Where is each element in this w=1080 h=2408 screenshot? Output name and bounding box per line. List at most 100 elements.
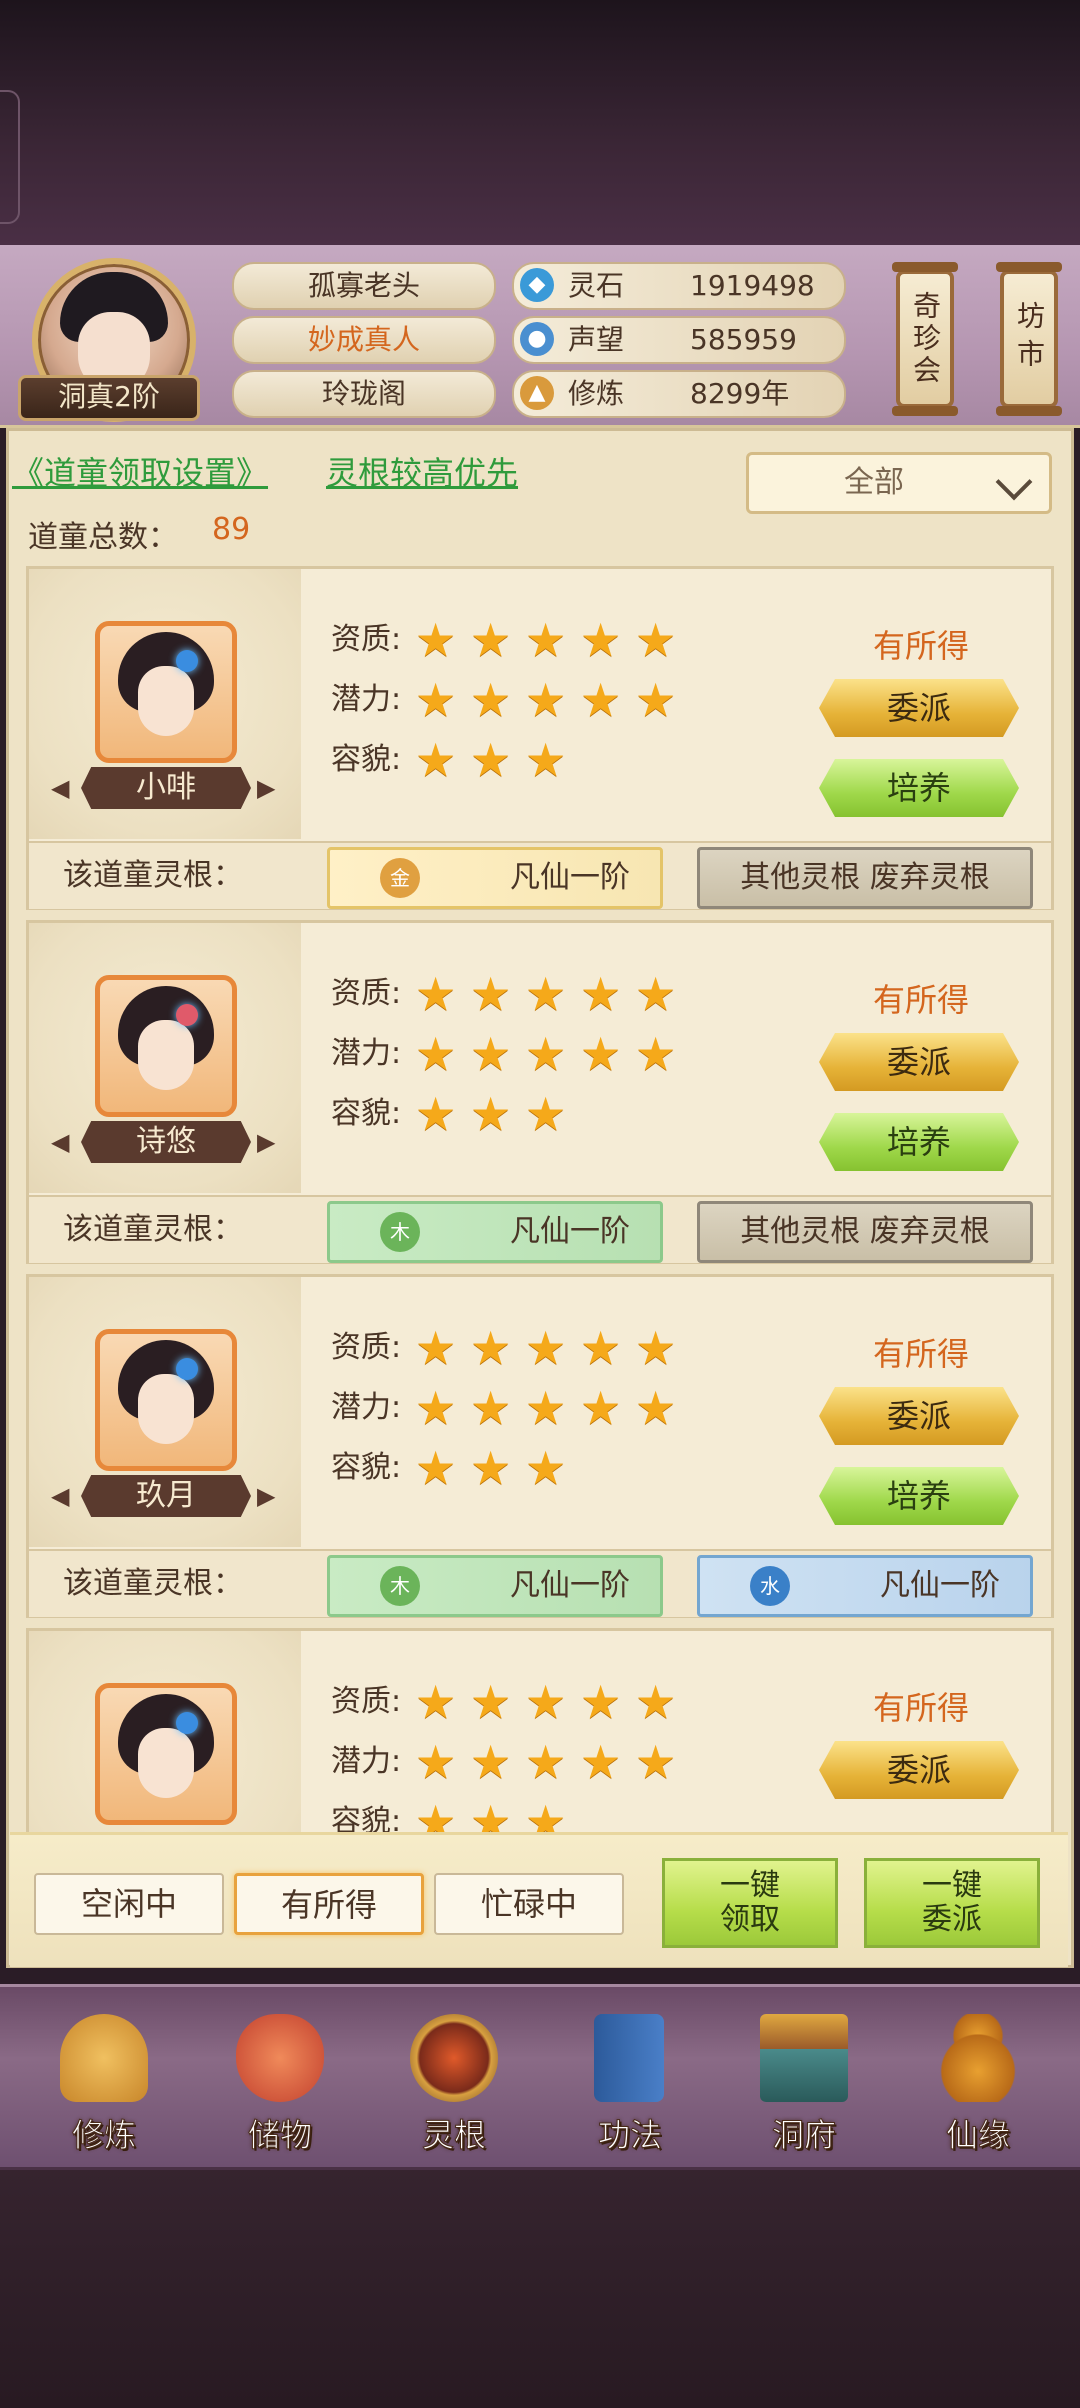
spirit-root-row: 该道童灵根： 木 凡仙一阶 其他灵根 废弃灵根: [29, 1195, 1051, 1263]
total-value: 89: [212, 512, 251, 547]
assign-button[interactable]: 委派: [819, 1033, 1019, 1091]
aptitude-stars: ★ ★ ★ ★ ★: [415, 1679, 683, 1725]
collect-all-button[interactable]: 一键 领取: [662, 1858, 838, 1948]
star-icon: ★: [470, 1087, 512, 1141]
appearance-label: 容貌:: [331, 1804, 402, 1832]
star-icon: ★: [470, 1675, 512, 1729]
star-icon: ★: [525, 1381, 567, 1435]
train-button[interactable]: 培养: [819, 1113, 1019, 1171]
tab-busy[interactable]: 忙碌中: [434, 1873, 624, 1935]
child-list[interactable]: ◀ 小啡 ▶ 资质: ★ ★ ★ ★ ★ 潜力: ★ ★ ★ ★ ★ 容貌: ★ ★ ★ 有所得 委…: [26, 566, 1054, 1832]
filter-dropdown[interactable]: 全部: [746, 452, 1052, 514]
child-portrait[interactable]: [95, 1683, 237, 1825]
tab-rewarded[interactable]: 有所得: [234, 1873, 424, 1935]
star-icon: ★: [470, 673, 512, 727]
prev-arrow-icon[interactable]: ◀: [51, 1481, 69, 1511]
market-button[interactable]: 坊市: [996, 262, 1062, 416]
prev-arrow-icon[interactable]: ◀: [51, 1127, 69, 1157]
star-icon: ★: [525, 967, 567, 1021]
root-label: 该道童灵根：: [63, 858, 243, 893]
nav-skills[interactable]: 功法: [570, 2010, 690, 2160]
star-icon: ★: [470, 1027, 512, 1081]
next-arrow-icon[interactable]: ▶: [257, 1481, 275, 1511]
nav-storage[interactable]: 储物: [220, 2010, 340, 2160]
appearance-label: 容貌:: [331, 1450, 402, 1485]
appearance-stars: ★ ★ ★: [415, 1445, 573, 1491]
bag-icon: [236, 2014, 324, 2102]
root-label: 该道童灵根：: [63, 1212, 243, 1247]
star-icon: ★: [525, 1441, 567, 1495]
next-arrow-icon[interactable]: ▶: [257, 773, 275, 803]
side-handle[interactable]: [0, 90, 20, 224]
star-icon: ★: [415, 1675, 457, 1729]
spirit-root-slot[interactable]: 木 凡仙一阶: [327, 1201, 663, 1263]
child-portrait[interactable]: [95, 1329, 237, 1471]
nav-mansion[interactable]: 洞府: [744, 2010, 864, 2160]
prev-arrow-icon[interactable]: ◀: [51, 773, 69, 803]
assign-button[interactable]: 委派: [819, 1387, 1019, 1445]
tab-idle[interactable]: 空闲中: [34, 1873, 224, 1935]
stat-value: 8299年: [690, 377, 790, 410]
child-name: 玖月: [81, 1475, 251, 1517]
child-name: 小啡: [81, 767, 251, 809]
stat-value: 585959: [690, 323, 797, 356]
aptitude-stars: ★ ★ ★ ★ ★: [415, 617, 683, 663]
spirit-root-slot[interactable]: 木 凡仙一阶: [327, 1555, 663, 1617]
flower-ornament: [176, 1712, 198, 1734]
nav-cultivate[interactable]: 修炼: [44, 2010, 164, 2160]
nav-label: 灵根: [421, 2116, 486, 2155]
priority-link[interactable]: 灵根较高优先: [326, 448, 518, 494]
spirit-root-slot[interactable]: 金 凡仙一阶: [327, 847, 663, 909]
aptitude-label: 资质:: [331, 1684, 402, 1719]
star-icon: ★: [525, 1735, 567, 1789]
portrait-face: [138, 1374, 194, 1444]
water-element-icon: 水: [750, 1566, 790, 1606]
wood-element-icon: 木: [380, 1212, 420, 1252]
star-icon: ★: [580, 1381, 622, 1435]
status-text: 有所得: [872, 1335, 969, 1373]
treasure-fair-button[interactable]: 奇珍会: [892, 262, 958, 416]
status-text: 有所得: [872, 1689, 969, 1727]
star-icon: ★: [415, 1321, 457, 1375]
next-arrow-icon[interactable]: ▶: [257, 1127, 275, 1157]
flower-ornament: [176, 1004, 198, 1026]
aptitude-label: 资质:: [331, 622, 402, 657]
flower-ornament: [176, 1358, 198, 1380]
bottom-backdrop: [0, 2165, 1080, 2408]
assign-button[interactable]: 委派: [819, 1741, 1019, 1799]
assign-all-button[interactable]: 一键 委派: [864, 1858, 1040, 1948]
star-icon: ★: [580, 673, 622, 727]
collect-settings-link[interactable]: 《道童领取设置》: [12, 448, 268, 494]
discard-root-slot[interactable]: 其他灵根 废弃灵根: [697, 1201, 1033, 1263]
market-label: 坊市: [1013, 301, 1046, 377]
potential-label: 潜力:: [331, 1744, 402, 1779]
star-icon: ★: [415, 967, 457, 1021]
nav-fate[interactable]: 仙缘: [918, 2010, 1038, 2160]
discard-root-slot[interactable]: 其他灵根 废弃灵根: [697, 847, 1033, 909]
root-text: 其他灵根 废弃灵根: [740, 860, 990, 895]
train-button[interactable]: 培养: [819, 759, 1019, 817]
nav-label: 仙缘: [945, 2116, 1010, 2155]
star-icon: ★: [580, 1321, 622, 1375]
stat-label: 声望: [568, 323, 625, 356]
star-icon: ★: [525, 1795, 567, 1832]
spirit-root-slot[interactable]: 水 凡仙一阶: [697, 1555, 1033, 1617]
metal-element-icon: 金: [380, 858, 420, 898]
train-button[interactable]: 培养: [819, 1467, 1019, 1525]
child-portrait[interactable]: [95, 975, 237, 1117]
aptitude-stars: ★ ★ ★ ★ ★: [415, 971, 683, 1017]
star-icon: ★: [580, 613, 622, 667]
nav-spirit-root[interactable]: 灵根: [394, 2010, 514, 2160]
star-icon: ★: [470, 613, 512, 667]
child-name: 诗悠: [81, 1121, 251, 1163]
star-icon: ★: [580, 967, 622, 1021]
spirit-root-row: 该道童灵根： 木 凡仙一阶 水 凡仙一阶: [29, 1549, 1051, 1617]
child-portrait[interactable]: [95, 621, 237, 763]
filter-value: 全部: [844, 465, 904, 500]
collect-all-line1: 一键: [720, 1868, 780, 1903]
assign-all-line1: 一键: [922, 1868, 982, 1903]
assign-button[interactable]: 委派: [819, 679, 1019, 737]
star-icon: ★: [635, 1381, 677, 1435]
star-icon: ★: [525, 733, 567, 787]
gourd-icon: [934, 2014, 1022, 2102]
